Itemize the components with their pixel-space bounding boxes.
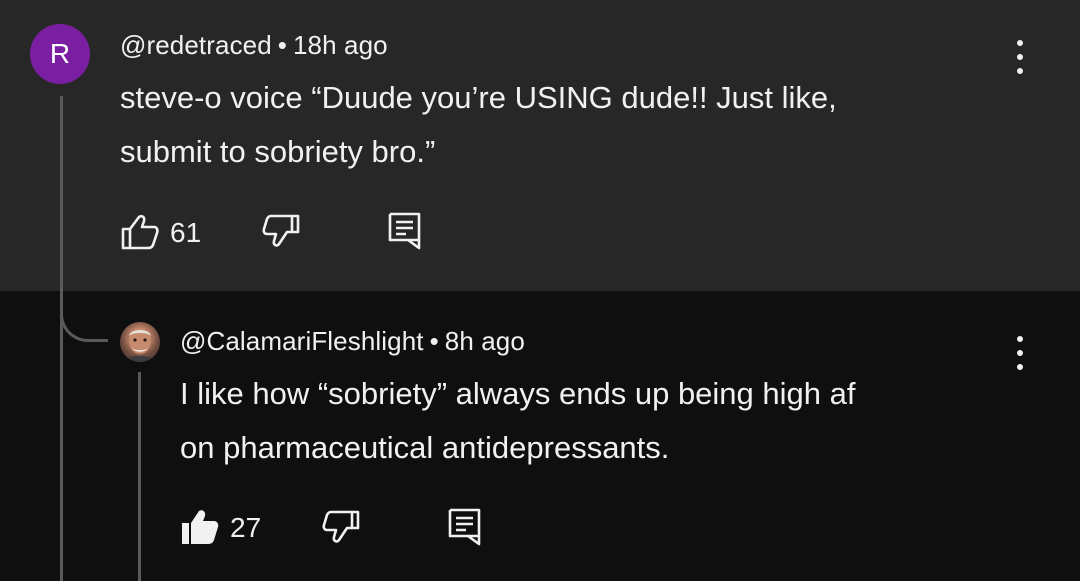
reply-icon[interactable] bbox=[388, 212, 422, 250]
reply-text-line: on pharmaceutical antidepressants. bbox=[180, 430, 670, 465]
reply-meta: @CalamariFleshlight • 8h ago bbox=[180, 326, 525, 357]
reply-like-count: 27 bbox=[230, 512, 262, 543]
meta-separator: • bbox=[277, 30, 287, 60]
like-filled-icon[interactable] bbox=[180, 508, 220, 546]
thread-line bbox=[60, 96, 63, 581]
reply-avatar[interactable] bbox=[120, 322, 160, 362]
avatar-image bbox=[124, 328, 156, 362]
comments-screen: R @redetraced • 18h ago steve-o voice “Duu… bbox=[0, 0, 1080, 581]
avatar[interactable]: R bbox=[30, 24, 90, 84]
more-options-icon[interactable] bbox=[1015, 40, 1025, 74]
reply-reply-icon[interactable] bbox=[448, 508, 482, 546]
comment-text-line: steve-o voice “Duude you’re USING dude!!… bbox=[120, 80, 837, 115]
comment-meta: @redetraced • 18h ago bbox=[120, 30, 388, 61]
dislike-icon[interactable] bbox=[262, 214, 300, 248]
reply-more-options-icon[interactable] bbox=[1015, 336, 1025, 370]
like-icon[interactable] bbox=[120, 212, 160, 252]
comment-text: steve-o voice “Duude you’re USING dude!!… bbox=[120, 71, 837, 179]
reply-text: I like how “sobriety” always ends up bei… bbox=[180, 367, 855, 475]
avatar-letter: R bbox=[49, 38, 71, 69]
reply-text-line: I like how “sobriety” always ends up bei… bbox=[180, 376, 856, 411]
comment-text-line: submit to sobriety bro.” bbox=[120, 134, 436, 169]
reply-time[interactable]: 8h ago bbox=[445, 326, 525, 356]
reply-author[interactable]: @CalamariFleshlight bbox=[180, 326, 424, 356]
reply-thread-line bbox=[138, 372, 141, 581]
comment-time[interactable]: 18h ago bbox=[293, 30, 388, 60]
like-count: 61 bbox=[170, 217, 202, 248]
comment-author[interactable]: @redetraced bbox=[120, 30, 272, 60]
reply-dislike-icon[interactable] bbox=[322, 510, 360, 544]
meta-separator: • bbox=[429, 326, 439, 356]
